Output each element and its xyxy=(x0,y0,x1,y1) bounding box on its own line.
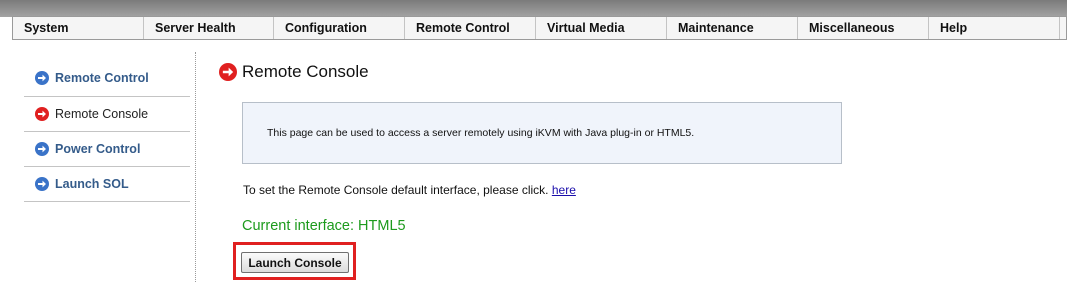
top-header-bar xyxy=(0,0,1067,17)
page-title-row: Remote Console xyxy=(219,62,369,82)
sidebar: Remote Control Remote Console Power Cont… xyxy=(24,60,190,202)
info-box: This page can be used to access a server… xyxy=(242,102,842,164)
menu-maintenance[interactable]: Maintenance xyxy=(667,17,798,39)
sidebar-item-label: Launch SOL xyxy=(55,177,129,191)
current-interface-status: Current interface: HTML5 xyxy=(242,218,406,234)
sidebar-item-power-control[interactable]: Power Control xyxy=(24,132,190,167)
sidebar-item-remote-console[interactable]: Remote Console xyxy=(24,97,190,132)
menu-help[interactable]: Help xyxy=(929,17,1060,39)
info-text: This page can be used to access a server… xyxy=(267,127,695,139)
set-default-text: To set the Remote Console default interf… xyxy=(243,183,549,197)
here-link[interactable]: here xyxy=(552,183,576,197)
arrow-right-circle-icon xyxy=(35,142,49,156)
sidebar-item-remote-control[interactable]: Remote Control xyxy=(24,60,190,97)
menu-virtual-media[interactable]: Virtual Media xyxy=(536,17,667,39)
sidebar-item-label: Power Control xyxy=(55,142,141,156)
launch-console-button[interactable]: Launch Console xyxy=(241,252,349,273)
menu-remote-control[interactable]: Remote Control xyxy=(405,17,536,39)
set-default-line: To set the Remote Console default interf… xyxy=(243,183,576,197)
arrow-right-circle-icon xyxy=(35,71,49,85)
sidebar-item-label: Remote Control xyxy=(55,71,149,85)
sidebar-item-launch-sol[interactable]: Launch SOL xyxy=(24,167,190,202)
sidebar-item-label: Remote Console xyxy=(55,107,149,121)
arrow-right-circle-icon xyxy=(219,63,237,81)
arrow-right-circle-icon xyxy=(35,177,49,191)
content-divider xyxy=(195,52,196,282)
menu-system[interactable]: System xyxy=(13,17,144,39)
menu-server-health[interactable]: Server Health xyxy=(144,17,274,39)
page-title: Remote Console xyxy=(242,62,369,81)
main-menu-bar: System Server Health Configuration Remot… xyxy=(12,16,1067,40)
menu-miscellaneous[interactable]: Miscellaneous xyxy=(798,17,929,39)
menu-configuration[interactable]: Configuration xyxy=(274,17,405,39)
arrow-right-circle-icon xyxy=(35,107,49,121)
